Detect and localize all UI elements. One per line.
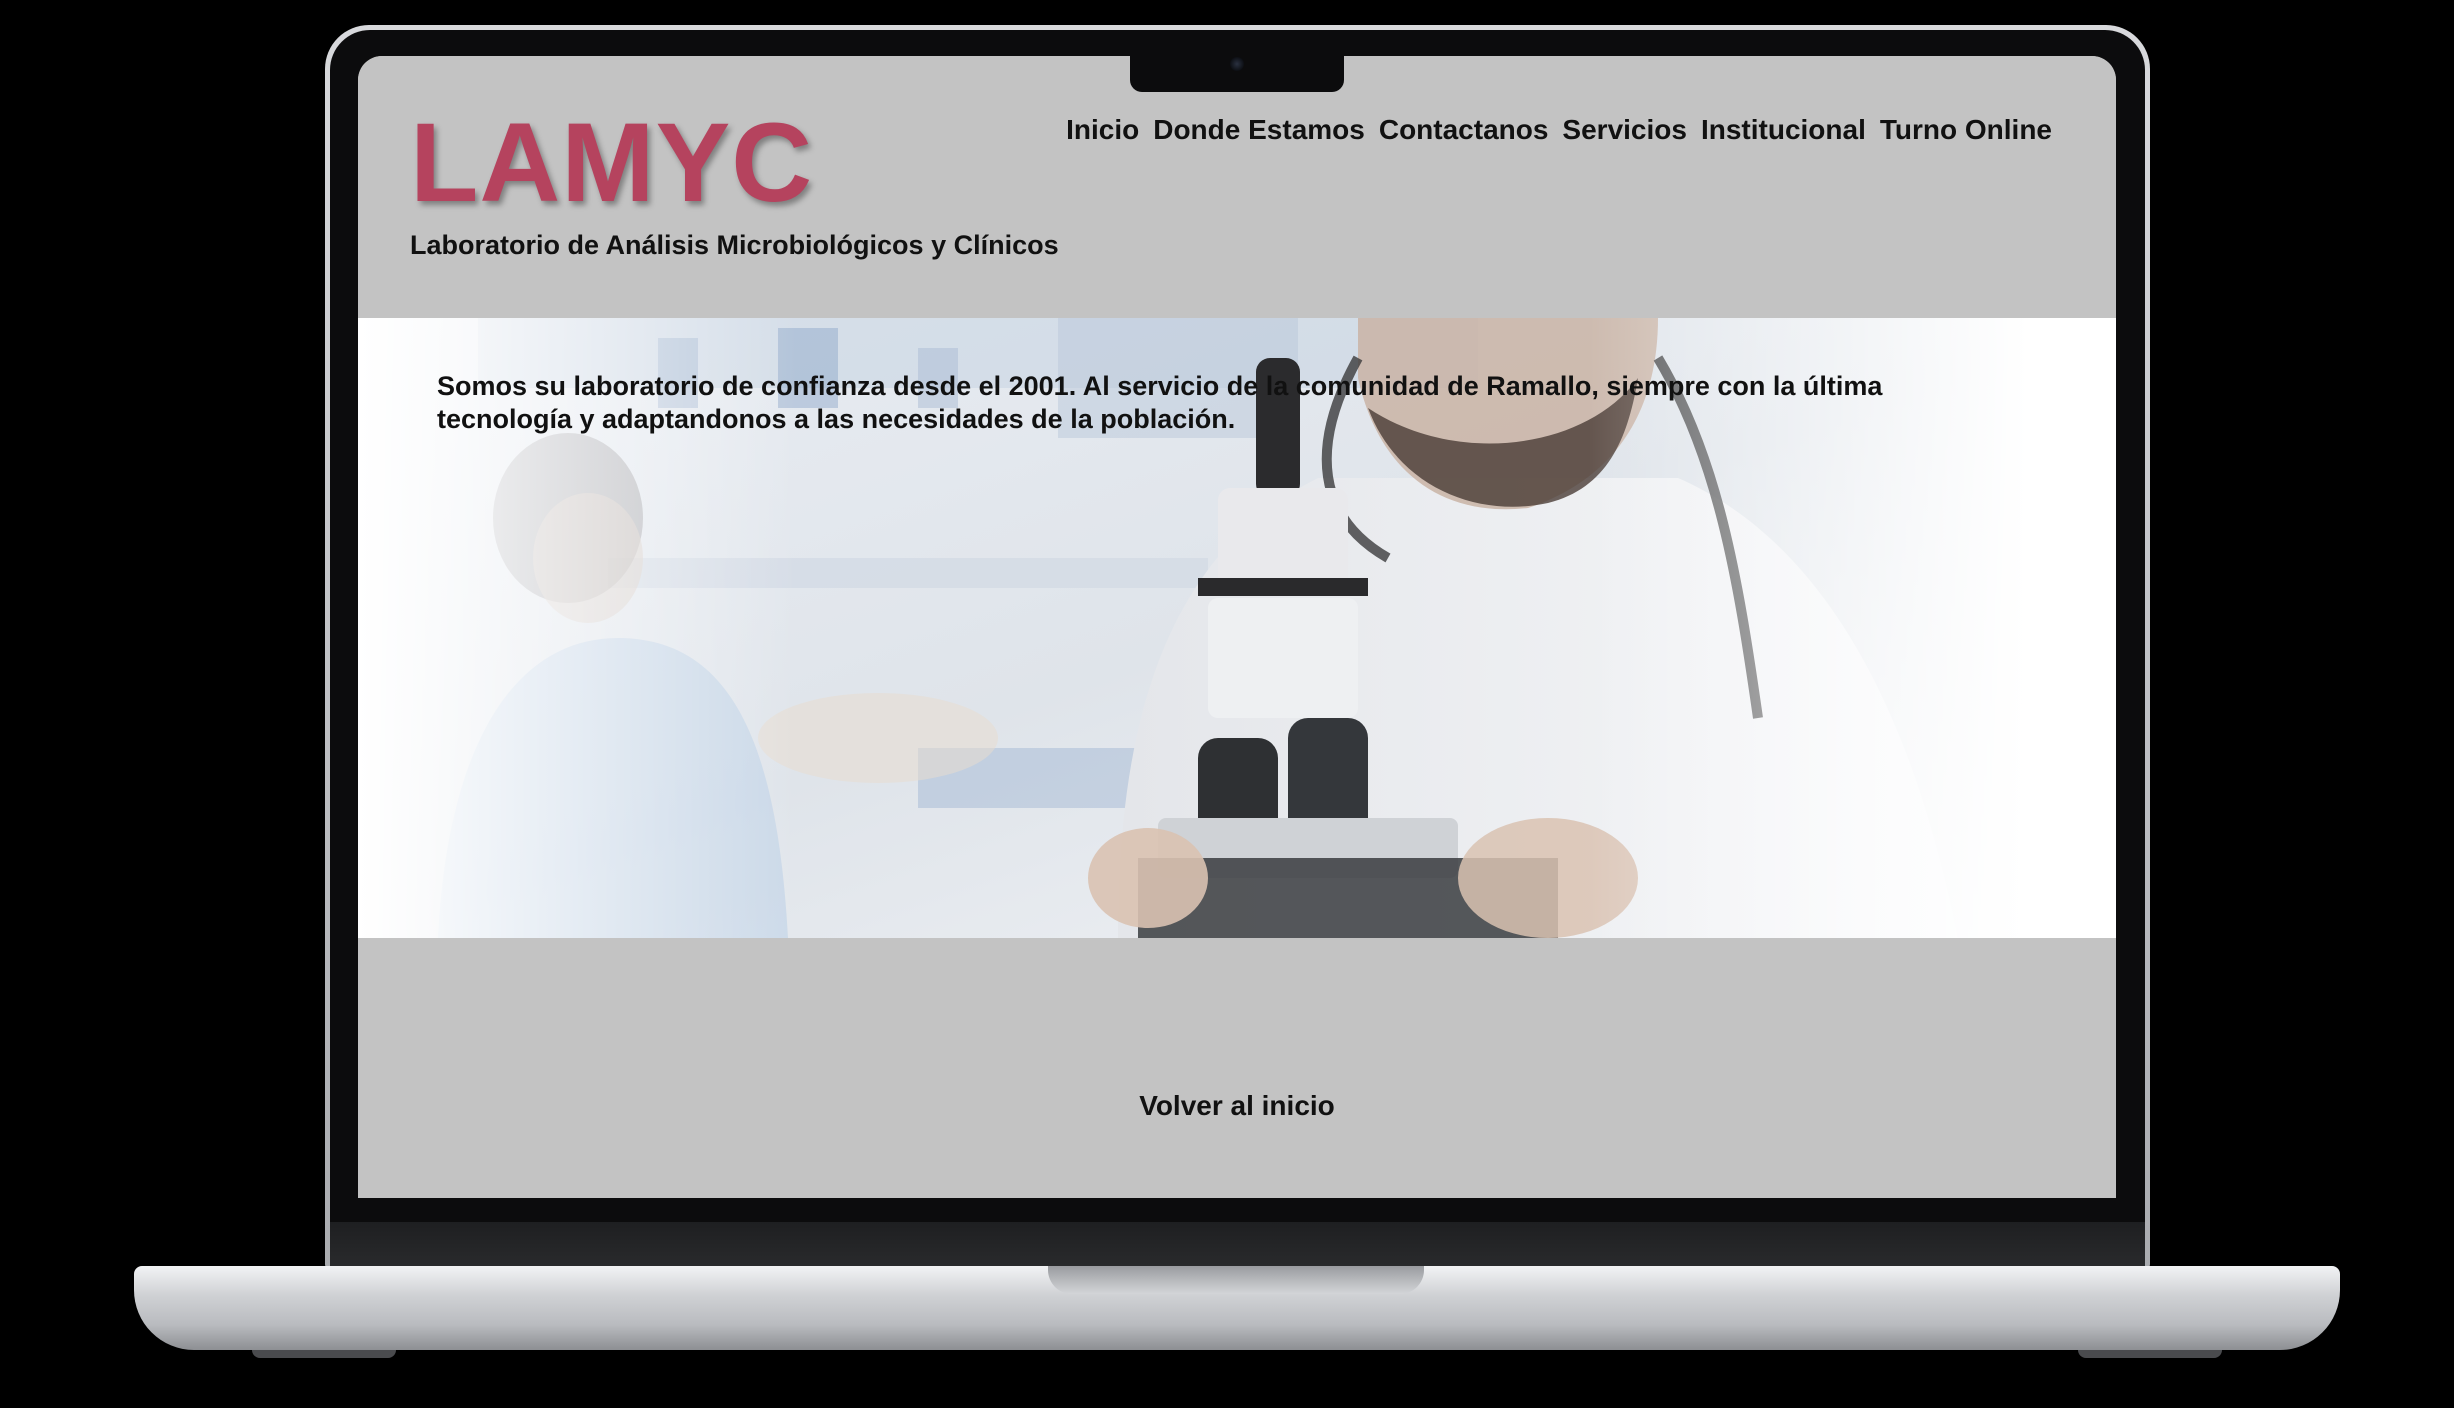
main-nav: Inicio Donde Estamos Contactanos Servici… xyxy=(1066,114,2052,146)
hero-text: Somos su laboratorio de confianza desde … xyxy=(437,371,1883,434)
laptop-mockup: LAMYC Laboratorio de Análisis Microbioló… xyxy=(0,0,2454,1408)
back-to-top-link[interactable]: Volver al inicio xyxy=(358,1090,2116,1122)
site-header: LAMYC Laboratorio de Análisis Microbioló… xyxy=(358,56,2116,318)
hero-section: Somos su laboratorio de confianza desde … xyxy=(358,318,2116,938)
site-tagline: Laboratorio de Análisis Microbiológicos … xyxy=(410,230,1059,260)
laptop-opening-lip xyxy=(1048,1266,1424,1294)
nav-item-servicios[interactable]: Servicios xyxy=(1562,114,1687,146)
screen-chin xyxy=(330,1222,2145,1270)
site-logo[interactable]: LAMYC xyxy=(410,98,813,228)
laptop-foot-right xyxy=(2078,1350,2222,1358)
nav-item-contactanos[interactable]: Contactanos xyxy=(1379,114,1549,146)
nav-item-turno-online[interactable]: Turno Online xyxy=(1880,114,2052,146)
laptop-foot-left xyxy=(252,1350,396,1358)
nav-item-donde-estamos[interactable]: Donde Estamos xyxy=(1153,114,1365,146)
browser-screen: LAMYC Laboratorio de Análisis Microbioló… xyxy=(358,56,2116,1198)
camera-icon xyxy=(1230,57,1244,71)
nav-item-inicio[interactable]: Inicio xyxy=(1066,114,1139,146)
site-footer: Volver al inicio xyxy=(358,938,2116,1198)
nav-item-institucional[interactable]: Institucional xyxy=(1701,114,1866,146)
